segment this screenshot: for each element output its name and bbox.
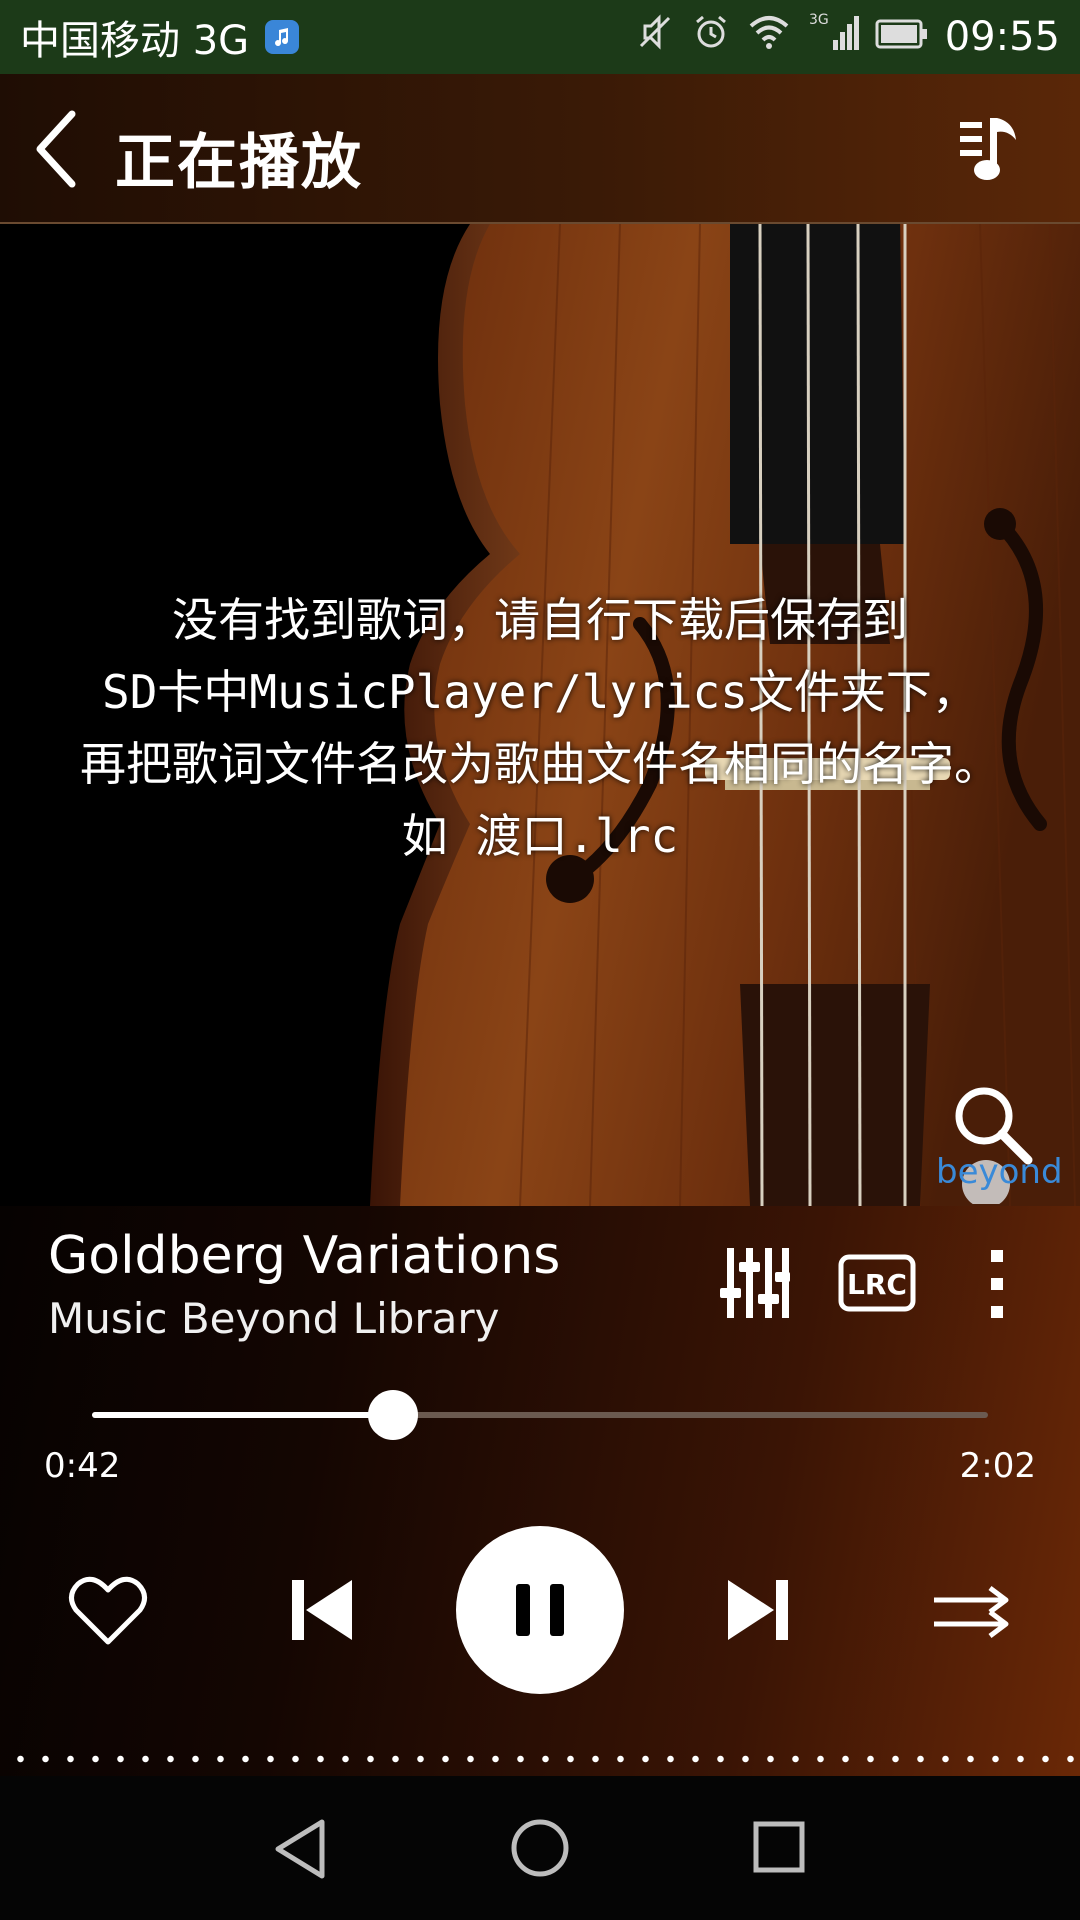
now-playing-screen: 中国移动 3G 3G 09:55 正在播放 没有找到歌词，请自行下载后保存到 S… [0,0,1080,1920]
lyrics-message-line: SD卡中MusicPlayer/lyrics文件夹下， [102,665,978,719]
lyrics-message-line: 没有找到歌词，请自行下载后保存到 [172,593,908,647]
wifi-icon [747,12,791,62]
heart-icon [69,1576,147,1645]
playlist-music-icon [960,118,1016,180]
page-title: 正在播放 [115,128,363,198]
clock: 09:55 [944,14,1060,60]
page-indicator-dots [0,1755,1080,1763]
nav-back-icon [275,1819,325,1879]
play-mode-button[interactable] [930,1582,1012,1642]
signal-icon: 3G [807,10,859,64]
progress-bar[interactable] [92,1390,988,1440]
progress-thumb[interactable] [368,1390,419,1440]
lrc-button[interactable]: LRC [838,1254,916,1312]
equalizer-icon [720,1248,790,1318]
music-beyond-logo: beyond [930,1144,1063,1206]
nav-recents-button[interactable] [752,1820,806,1874]
nav-recents-icon [753,1821,805,1873]
svg-text:LRC: LRC [847,1268,907,1301]
lrc-icon: LRC [838,1254,916,1312]
lyrics-not-found-message: 没有找到歌词，请自行下载后保存到 SD卡中MusicPlayer/lyrics文… [40,584,1040,872]
nav-back-button[interactable] [270,1816,330,1882]
progress-fill [92,1412,394,1418]
sequential-play-icon [934,1586,1009,1638]
skip-previous-icon [292,1580,352,1640]
back-chevron-icon [36,110,76,188]
total-time: 2:02 [959,1446,1036,1486]
lyrics-message-line: 再把歌词文件名改为歌曲文件名相同的名字。 [80,737,1000,791]
skip-next-icon [728,1580,788,1640]
alarm-icon [691,12,731,62]
playback-panel: Goldberg Variations Music Beyond Library… [0,1206,1080,1776]
top-app-bar: 正在播放 [0,74,1080,224]
nav-home-icon [511,1819,569,1877]
equalizer-button[interactable] [720,1244,790,1322]
svg-text:3G: 3G [809,12,829,28]
status-bar: 中国移动 3G 3G 09:55 [0,0,1080,74]
navigation-bar [0,1776,1080,1920]
previous-track-button[interactable] [288,1576,356,1644]
back-button[interactable] [28,108,88,190]
favorite-button[interactable] [68,1574,148,1648]
elapsed-time: 0:42 [44,1446,121,1486]
more-options-button[interactable] [975,1246,1019,1322]
lyrics-message-line: 如 渡口.lrc [401,809,679,863]
logo-text: beyond [936,1152,1063,1192]
nav-home-button[interactable] [510,1818,570,1878]
playlist-button[interactable] [952,110,1032,190]
track-info: Goldberg Variations Music Beyond Library [48,1224,560,1350]
pause-button[interactable] [456,1526,624,1694]
pause-icon [516,1584,564,1636]
music-app-icon [265,20,300,54]
next-track-button[interactable] [724,1576,792,1644]
battery-icon [875,14,929,60]
mute-icon [635,12,675,62]
carrier-label: 中国移动 3G [20,18,250,64]
track-artist: Music Beyond Library [48,1294,500,1343]
more-vertical-icon [991,1250,1003,1318]
album-art-area[interactable]: 没有找到歌词，请自行下载后保存到 SD卡中MusicPlayer/lyrics文… [0,224,1080,1206]
track-title: Goldberg Variations [48,1226,561,1286]
